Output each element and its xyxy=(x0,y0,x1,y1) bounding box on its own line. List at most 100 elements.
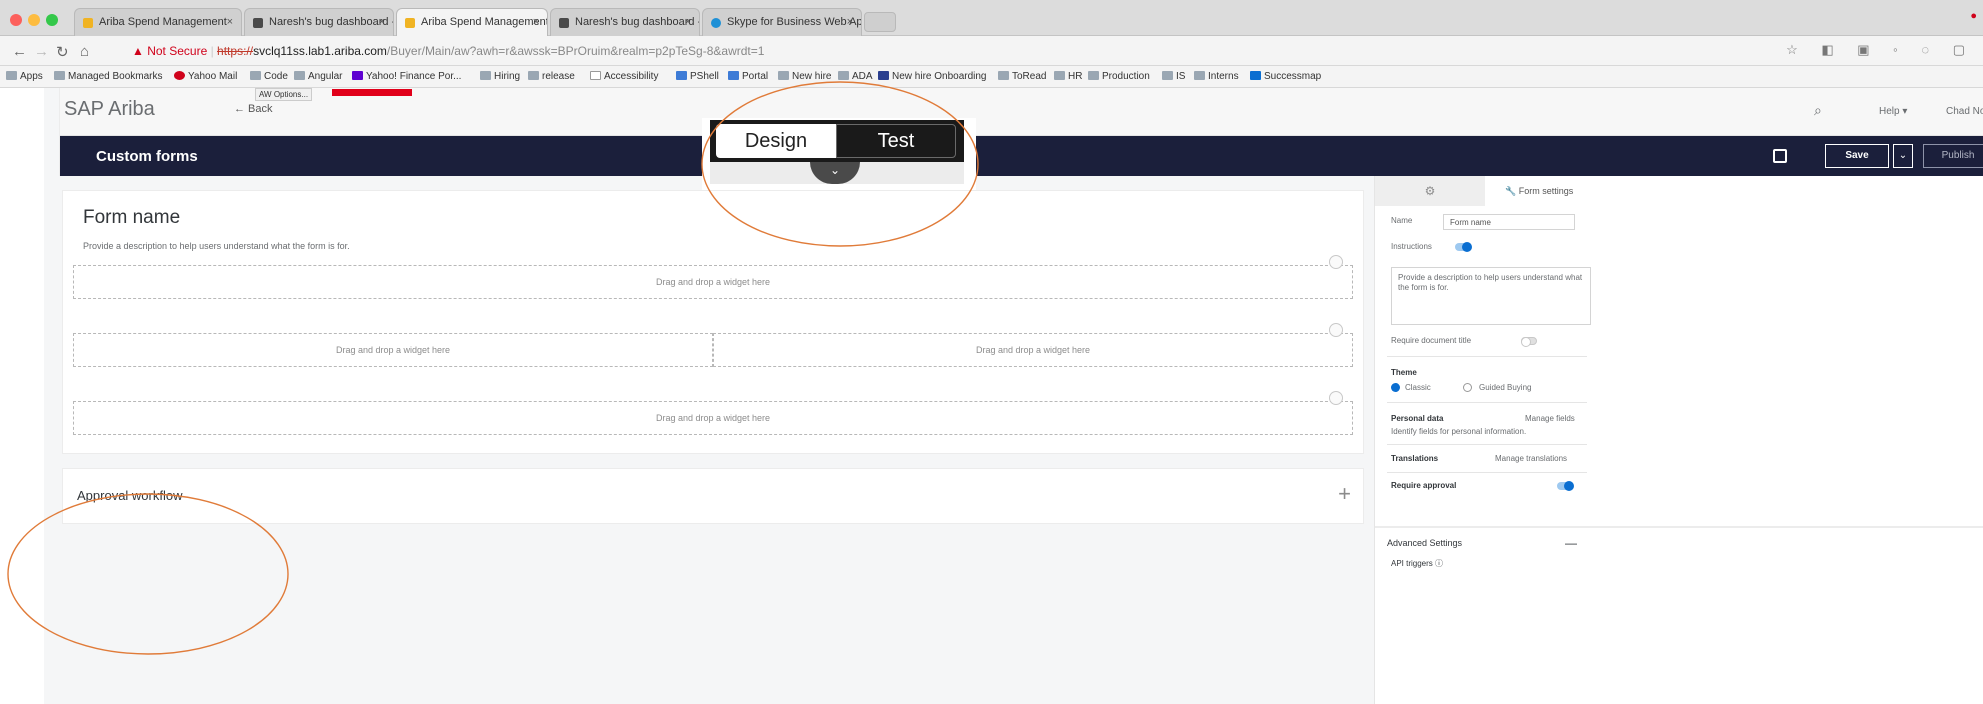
bookmark-accessibility[interactable]: Accessibility xyxy=(590,71,658,82)
design-mode-button[interactable]: Design xyxy=(716,124,836,158)
reload-icon[interactable]: ↻ xyxy=(56,43,69,61)
page-icon xyxy=(590,71,601,80)
url-scheme: https:// xyxy=(217,44,254,58)
drop-placeholder: Drag and drop a widget here xyxy=(655,277,771,287)
manage-fields-link[interactable]: Manage fields xyxy=(1525,414,1575,423)
theme-guided-label: Guided Buying xyxy=(1479,383,1532,392)
bookmark-new-hire[interactable]: New hire xyxy=(778,71,831,82)
close-window-icon[interactable] xyxy=(10,14,22,26)
drop-zone-row-3[interactable]: Drag and drop a widget here xyxy=(73,401,1353,435)
bookmark-ada[interactable]: ADA xyxy=(838,71,873,82)
minimize-window-icon[interactable] xyxy=(28,14,40,26)
back-button[interactable]: ← Back xyxy=(234,103,273,115)
row-delete-icon[interactable] xyxy=(1329,255,1343,269)
browser-tab-1[interactable]: Ariba Spend Management × xyxy=(74,8,242,36)
browser-tab-2[interactable]: Naresh's bug dashboard - SA × xyxy=(244,8,394,36)
instructions-textarea[interactable]: Provide a description to help users unde… xyxy=(1391,267,1591,325)
home-icon[interactable]: ⌂ xyxy=(80,43,89,60)
theme-label: Theme xyxy=(1391,368,1417,377)
folder-icon xyxy=(294,71,305,80)
panel-toggle-icon[interactable] xyxy=(1773,149,1787,163)
form-design-card: Form name Provide a description to help … xyxy=(62,190,1364,454)
tab-title: Ariba Spend Management xyxy=(421,16,548,28)
bookmark-yahoo-finance[interactable]: Yahoo! Finance Por... xyxy=(352,71,461,82)
bookmarks-bar: Apps Managed Bookmarks Yahoo Mail Code A… xyxy=(0,66,1983,88)
back-arrow-icon[interactable]: ← xyxy=(12,43,27,60)
browser-tab-5[interactable]: Skype for Business Web App × xyxy=(702,8,862,36)
row-delete-icon[interactable] xyxy=(1329,391,1343,405)
bookmark-managed[interactable]: Managed Bookmarks xyxy=(54,71,163,82)
form-name-input[interactable]: Form name xyxy=(1443,214,1575,230)
browser-tab-bar: Ariba Spend Management × Naresh's bug da… xyxy=(0,0,1983,36)
bookmark-portal[interactable]: Portal xyxy=(728,71,768,82)
bookmark-yahoo-mail[interactable]: Yahoo Mail xyxy=(174,71,237,82)
search-icon[interactable]: ⌕ xyxy=(1814,102,1822,119)
tab-title: Naresh's bug dashboard - SA xyxy=(269,16,393,28)
tab-close-icon[interactable]: × xyxy=(533,16,539,28)
extension-icons[interactable]: ☆ ◧ ▣ ◦ ◌ ▢ xyxy=(1786,42,1975,58)
require-approval-toggle[interactable] xyxy=(1557,481,1574,491)
save-options-chevron-down-icon[interactable]: ⌄ xyxy=(1893,144,1913,168)
advanced-settings-label[interactable]: Advanced Settings xyxy=(1387,538,1462,548)
name-label: Name xyxy=(1391,216,1413,225)
bookmark-onboarding[interactable]: New hire Onboarding xyxy=(878,71,987,82)
tab-close-icon[interactable]: × xyxy=(685,16,691,28)
bookmark-angular[interactable]: Angular xyxy=(294,71,342,82)
folder-icon xyxy=(1162,71,1173,80)
form-name-heading[interactable]: Form name xyxy=(83,207,180,229)
theme-guided-radio[interactable] xyxy=(1463,383,1472,392)
require-title-toggle[interactable] xyxy=(1521,337,1537,347)
profile-indicator-icon: ● xyxy=(1970,10,1977,22)
bookmark-toread[interactable]: ToRead xyxy=(998,71,1046,82)
page-title: Custom forms xyxy=(96,148,198,165)
manage-translations-link[interactable]: Manage translations xyxy=(1495,454,1567,463)
tab-close-icon[interactable]: × xyxy=(379,16,385,28)
sap-ariba-logo[interactable]: SAP Ariba xyxy=(64,98,155,121)
bookmark-production[interactable]: Production xyxy=(1088,71,1150,82)
divider xyxy=(1387,356,1587,357)
tab-close-icon[interactable]: × xyxy=(227,16,233,28)
drop-zone-row-2-right[interactable]: Drag and drop a widget here xyxy=(713,333,1353,367)
collapse-advanced-icon[interactable]: — xyxy=(1565,536,1577,550)
bookmark-pshell[interactable]: PShell xyxy=(676,71,719,82)
drop-zone-row-2-left[interactable]: Drag and drop a widget here xyxy=(73,333,713,367)
add-approval-plus-icon[interactable]: + xyxy=(1338,481,1351,507)
new-tab-button[interactable] xyxy=(864,12,896,32)
theme-classic-radio[interactable] xyxy=(1391,383,1400,392)
aw-options-tooltip: AW Options... xyxy=(255,88,313,101)
bookmark-interns[interactable]: Interns xyxy=(1194,71,1239,82)
tab-close-icon[interactable]: × xyxy=(847,16,853,28)
require-approval-label: Require approval xyxy=(1391,481,1457,490)
bookmark-successmap[interactable]: Successmap xyxy=(1250,71,1321,82)
bookmark-code[interactable]: Code xyxy=(250,71,288,82)
publish-button[interactable]: Publish xyxy=(1923,144,1983,168)
approval-workflow-card[interactable]: Approval workflow + xyxy=(62,468,1364,524)
bookmark-hiring[interactable]: Hiring xyxy=(480,71,520,82)
bookmark-hr[interactable]: HR xyxy=(1054,71,1082,82)
folder-icon xyxy=(1088,71,1099,80)
folder-icon xyxy=(1194,71,1205,80)
zoom-window-icon[interactable] xyxy=(46,14,58,26)
help-menu[interactable]: Help ▾ xyxy=(1879,106,1907,117)
screenshot-root: Ariba Spend Management × Naresh's bug da… xyxy=(0,0,1983,704)
translations-label: Translations xyxy=(1391,454,1439,463)
bookmark-release[interactable]: release xyxy=(528,71,575,82)
forward-arrow-icon[interactable]: → xyxy=(34,43,49,60)
user-menu[interactable]: Chad No xyxy=(1946,106,1983,117)
browser-tab-3-active[interactable]: Ariba Spend Management × xyxy=(396,8,548,36)
toggle-knob xyxy=(1462,242,1472,252)
tab-form-settings[interactable]: 🔧 Form settings xyxy=(1485,176,1983,206)
test-mode-button[interactable]: Test xyxy=(836,124,956,158)
form-description[interactable]: Provide a description to help users unde… xyxy=(83,241,350,251)
instructions-toggle[interactable] xyxy=(1455,242,1472,252)
drop-placeholder: Drag and drop a widget here xyxy=(655,413,771,423)
drop-zone-row-1[interactable]: Drag and drop a widget here xyxy=(73,265,1353,299)
browser-tab-4[interactable]: Naresh's bug dashboard - SA × xyxy=(550,8,700,36)
bookmark-apps[interactable]: Apps xyxy=(6,71,43,82)
gear-icon[interactable]: ⚙ xyxy=(1375,176,1485,206)
tab-title: Ariba Spend Management xyxy=(99,16,227,28)
url-field[interactable]: ▲ Not Secure | https://svclq11ss.lab1.ar… xyxy=(132,41,1832,61)
bookmark-is[interactable]: IS xyxy=(1162,71,1185,82)
save-button[interactable]: Save xyxy=(1825,144,1889,168)
row-delete-icon[interactable] xyxy=(1329,323,1343,337)
